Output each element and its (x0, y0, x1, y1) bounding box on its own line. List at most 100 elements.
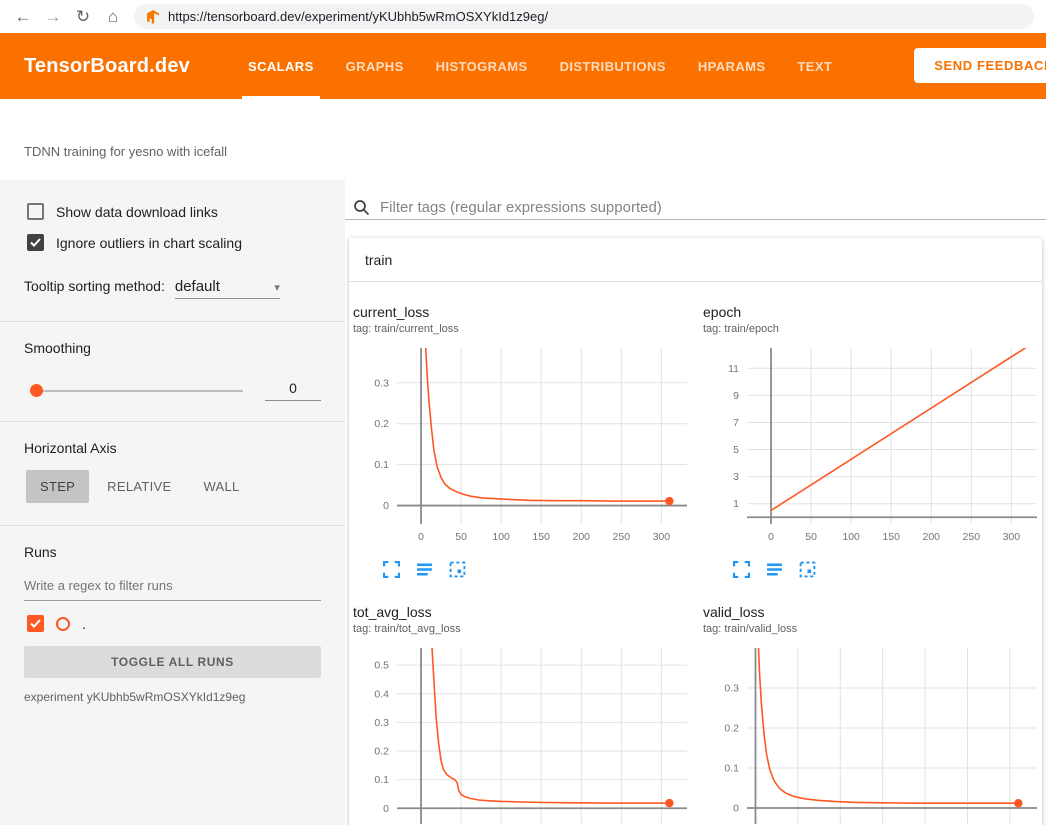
run-checkbox[interactable] (27, 615, 44, 632)
horizontal-axis-label: Horizontal Axis (0, 422, 345, 456)
axis-relative-button[interactable]: RELATIVE (93, 470, 185, 503)
show-download-checkbox[interactable] (27, 203, 44, 220)
svg-text:0.1: 0.1 (724, 763, 739, 775)
send-feedback-button[interactable]: SEND FEEDBACK (914, 48, 1046, 83)
svg-text:100: 100 (842, 531, 860, 543)
back-icon[interactable]: ← (8, 7, 38, 27)
experiment-title: TDNN training for yesno with icefall (24, 144, 227, 159)
run-color-circle-icon[interactable] (56, 617, 70, 631)
svg-text:0.1: 0.1 (374, 774, 389, 786)
tag-group-header[interactable]: train (349, 238, 1042, 282)
home-icon[interactable]: ⌂ (98, 7, 128, 27)
chart-tag: tag: train/tot_avg_loss (353, 623, 701, 635)
svg-text:0: 0 (383, 803, 389, 815)
chart-title: current_loss (353, 304, 701, 320)
tooltip-sorting-row: Tooltip sorting method: default ▾ (0, 258, 345, 303)
svg-text:0.2: 0.2 (724, 723, 739, 735)
toggle-all-runs-button[interactable]: TOGGLE ALL RUNS (24, 646, 321, 678)
chart-tag: tag: train/valid_loss (703, 623, 1046, 635)
tooltip-sorting-value: default (175, 278, 220, 295)
svg-text:50: 50 (455, 531, 467, 543)
chart-tot-avg-loss: tot_avg_loss tag: train/tot_avg_loss 0 0.… (351, 598, 701, 825)
tab-hparams[interactable]: HPARAMS (682, 33, 782, 99)
smoothing-slider[interactable] (36, 390, 243, 392)
axis-step-button[interactable]: STEP (26, 470, 89, 503)
line-chart[interactable]: 00.10.20.350100150200250300 (701, 643, 1045, 825)
experiment-title-strip: TDNN training for yesno with icefall (0, 99, 1046, 180)
svg-text:150: 150 (882, 531, 900, 543)
smoothing-slider-row: 0 (0, 356, 345, 403)
chart-tag: tag: train/epoch (703, 323, 1046, 335)
svg-text:200: 200 (572, 531, 590, 543)
runs-label: Runs (0, 526, 345, 560)
line-chart[interactable]: 00.10.20.30.40.5050100150200250300 (351, 643, 695, 825)
ignore-outliers-checkbox[interactable] (27, 234, 44, 251)
tensorboard-favicon (146, 10, 160, 24)
app-header: TensorBoard.dev SCALARS GRAPHS HISTOGRAM… (0, 33, 1046, 99)
tag-group-card: train current_loss tag: train/current_lo… (349, 238, 1042, 825)
chart-valid-loss: valid_loss tag: train/valid_loss 0 0.1 0.2… (701, 598, 1046, 825)
svg-text:11: 11 (728, 363, 739, 375)
run-row: . (0, 601, 345, 638)
svg-text:0.5: 0.5 (374, 660, 389, 672)
smoothing-value[interactable]: 0 (265, 380, 321, 401)
address-bar[interactable]: https://tensorboard.dev/experiment/yKUbh… (134, 4, 1034, 29)
chart-title: valid_loss (703, 604, 1046, 620)
data-lines-icon[interactable] (416, 561, 433, 578)
svg-text:300: 300 (653, 531, 671, 543)
show-download-row: Show data download links (0, 196, 345, 227)
svg-text:0: 0 (733, 803, 739, 815)
chart-tag: tag: train/current_loss (353, 323, 701, 335)
browser-toolbar: ← → ↻ ⌂ https://tensorboard.dev/experime… (0, 0, 1046, 33)
chart-toolbar (733, 561, 1046, 578)
data-lines-icon[interactable] (766, 561, 783, 578)
svg-text:0.4: 0.4 (374, 688, 389, 700)
app-logo: TensorBoard.dev (24, 55, 190, 78)
svg-text:250: 250 (963, 531, 981, 543)
axis-wall-button[interactable]: WALL (189, 470, 253, 503)
tag-filter-row (345, 180, 1046, 220)
url-text: https://tensorboard.dev/experiment/yKUbh… (168, 9, 548, 24)
chart-toolbar (383, 561, 701, 578)
tooltip-sorting-label: Tooltip sorting method: (24, 278, 165, 294)
svg-text:0.2: 0.2 (374, 418, 389, 430)
tooltip-sorting-dropdown[interactable]: default ▾ (175, 278, 280, 299)
svg-text:150: 150 (532, 531, 550, 543)
tab-text[interactable]: TEXT (781, 33, 848, 99)
svg-text:0: 0 (768, 531, 774, 543)
svg-text:0.2: 0.2 (374, 746, 389, 758)
svg-text:0.3: 0.3 (374, 717, 389, 729)
smoothing-label: Smoothing (0, 322, 345, 356)
reload-icon[interactable]: ↻ (68, 7, 98, 27)
line-chart[interactable]: 1357911050100150200250300 (701, 343, 1045, 551)
svg-text:5: 5 (733, 444, 739, 456)
fit-domain-icon[interactable] (449, 561, 466, 578)
chart-title: tot_avg_loss (353, 604, 701, 620)
tab-graphs[interactable]: GRAPHS (330, 33, 420, 99)
line-chart[interactable]: 00.10.20.3050100150200250300 (351, 343, 695, 551)
chevron-down-icon: ▾ (274, 281, 280, 294)
svg-text:200: 200 (922, 531, 940, 543)
svg-text:0: 0 (418, 531, 424, 543)
svg-text:1: 1 (733, 498, 739, 510)
svg-text:100: 100 (492, 531, 510, 543)
svg-text:0.3: 0.3 (724, 683, 739, 695)
smoothing-slider-thumb[interactable] (30, 384, 43, 397)
tab-histograms[interactable]: HISTOGRAMS (420, 33, 544, 99)
tab-scalars[interactable]: SCALARS (232, 33, 330, 99)
forward-icon[interactable]: → (38, 7, 68, 27)
run-name: . (82, 616, 86, 632)
runs-filter-input[interactable] (24, 574, 321, 601)
chart-current-loss: current_loss tag: train/current_loss 0 0.… (351, 298, 701, 598)
expand-chart-icon[interactable] (733, 561, 750, 578)
svg-text:300: 300 (1003, 531, 1021, 543)
svg-text:7: 7 (733, 417, 739, 429)
expand-chart-icon[interactable] (383, 561, 400, 578)
svg-text:0.3: 0.3 (374, 377, 389, 389)
tag-filter-input[interactable] (380, 199, 1046, 216)
tab-distributions[interactable]: DISTRIBUTIONS (544, 33, 682, 99)
show-download-label: Show data download links (56, 204, 218, 220)
svg-text:0: 0 (383, 500, 389, 512)
ignore-outliers-label: Ignore outliers in chart scaling (56, 235, 242, 251)
fit-domain-icon[interactable] (799, 561, 816, 578)
